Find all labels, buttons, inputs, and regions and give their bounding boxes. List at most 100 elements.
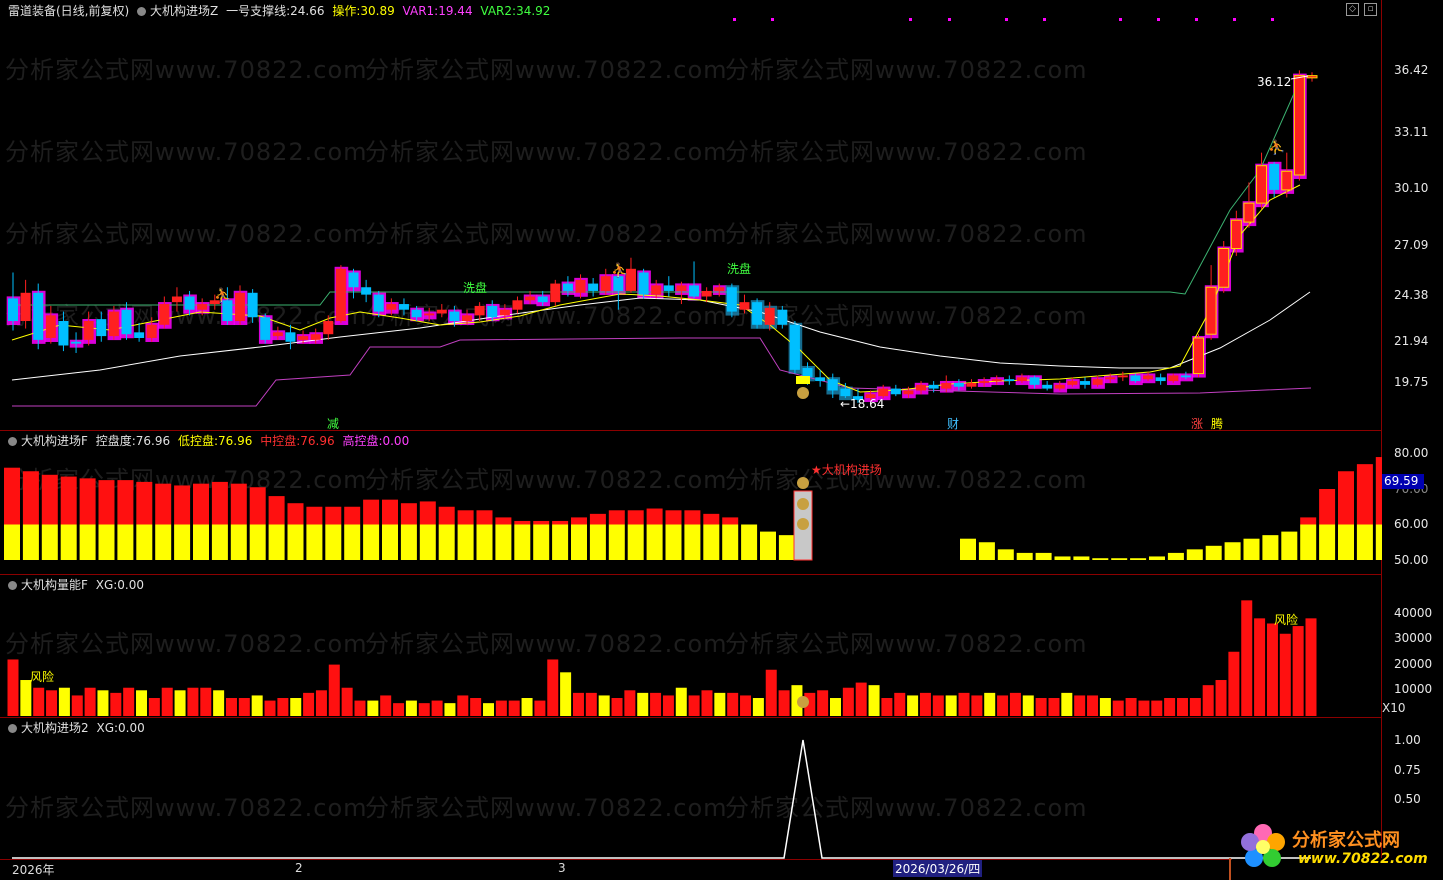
control-bar-low: [79, 524, 96, 560]
xg-signal-line: [12, 739, 1311, 859]
price-tick: 33.11: [1394, 125, 1429, 139]
candle-body: [575, 279, 586, 293]
volume-bar: [752, 698, 764, 716]
volume-bar: [1112, 700, 1124, 716]
control-bar-mid: [571, 517, 587, 525]
candle-body: [1004, 379, 1015, 382]
control-bar-mid: [438, 506, 455, 525]
control-bar-low: [268, 524, 285, 560]
control-bar-low: [363, 524, 380, 560]
volume-bar: [315, 690, 327, 716]
candle-body: [1117, 375, 1128, 378]
candle-body: [1230, 219, 1242, 250]
candle-body: [310, 334, 321, 340]
xg-signal-chart[interactable]: [0, 718, 1382, 859]
candle-body: [802, 367, 813, 378]
candle-body: [815, 377, 826, 382]
control-bar-low: [722, 524, 739, 560]
scale-label: X10: [1382, 701, 1406, 715]
control-bar-low: [174, 524, 191, 560]
volume-bar: [1048, 698, 1060, 716]
candle-body: [701, 290, 712, 297]
control-bar-mid: [79, 478, 96, 525]
volume-bar: [508, 700, 520, 716]
candle-body: [1092, 379, 1103, 385]
person-icon: ⛹: [611, 261, 628, 279]
volume-bar: [123, 687, 135, 716]
volume-bar: [213, 690, 225, 716]
control-bar-low: [1054, 556, 1071, 560]
control-bar-low: [1356, 524, 1373, 560]
volume-bar: [264, 700, 276, 716]
control-bar-low: [741, 524, 758, 560]
control-bar-mid: [722, 517, 739, 525]
control-bar-low: [1016, 552, 1033, 560]
main-price-chart[interactable]: 洗盘 洗盘 减 财 涨 腾 36.12 ←18.64 ⛹ ⛹ ⛹: [0, 0, 1382, 430]
candle-body: [739, 302, 750, 310]
control-bar-low: [978, 542, 995, 560]
candle-body: [890, 388, 901, 395]
candle-body: [1054, 384, 1065, 389]
risk-label: 风险: [1274, 612, 1298, 627]
control-bar-low: [419, 524, 436, 560]
control-bar-low: [438, 524, 455, 560]
p3-tick: 40000: [1394, 606, 1433, 620]
candle-body: [83, 321, 94, 340]
volume-bar: [148, 698, 160, 716]
candle-body: [71, 341, 82, 344]
control-bar-mid: [174, 485, 191, 525]
candle-body: [373, 294, 384, 312]
control-bar-mid: [155, 483, 172, 525]
control-bar-mid: [211, 481, 228, 525]
control-bar-low: [627, 524, 644, 560]
volume-bar: [1035, 698, 1047, 716]
control-bar-mid: [400, 503, 417, 525]
candle-body: [411, 309, 422, 318]
volume-bar: [1164, 698, 1176, 716]
control-bar-mid: [117, 480, 134, 525]
candle-body: [1218, 248, 1230, 288]
date-axis[interactable]: [0, 859, 1232, 880]
control-bar-low: [684, 524, 701, 560]
control-bar-low: [41, 524, 58, 560]
signal-block: [796, 376, 810, 384]
control-bar-mid: [457, 510, 474, 525]
volume-bar: [71, 695, 83, 716]
high-price-label: 36.12: [1257, 75, 1291, 89]
volume-bar: [174, 690, 186, 716]
candle-body: [1067, 381, 1078, 385]
control-bar-low: [608, 524, 625, 560]
volume-bar: [483, 703, 495, 716]
control-bar-low: [98, 524, 115, 560]
volume-bar: [868, 685, 880, 716]
volume-bar: [46, 690, 58, 716]
candle-body: [1168, 375, 1179, 382]
control-degree-chart[interactable]: ★大机构进场: [0, 431, 1382, 574]
candle-body: [752, 302, 763, 325]
volume-bar: [7, 659, 19, 716]
control-bar-low: [778, 535, 795, 560]
control-bar-mid: [287, 503, 304, 525]
volume-bar: [225, 698, 237, 716]
volume-bar: [251, 695, 263, 716]
control-bar-mid: [1300, 517, 1317, 525]
volume-bar: [650, 692, 662, 716]
candle-body: [58, 321, 69, 346]
volume-bar: [303, 692, 315, 716]
candle-body: [1269, 163, 1280, 190]
volume-bar: [1087, 695, 1099, 716]
control-bar-mid: [533, 520, 550, 525]
control-bar-mid: [419, 501, 436, 525]
money-bag-icon: [797, 498, 809, 510]
volume-bar: [727, 692, 739, 716]
volume-energy-chart[interactable]: 风险 风险: [0, 575, 1382, 717]
control-bar-low: [997, 549, 1014, 560]
control-bar-low: [1111, 558, 1128, 560]
candle-body: [941, 382, 952, 389]
candle-body: [424, 313, 435, 316]
signal-dots: [733, 18, 1274, 21]
volume-bar: [1125, 698, 1137, 716]
volume-bar: [997, 695, 1009, 716]
control-bar-low: [1281, 531, 1298, 560]
control-bar-low: [1224, 542, 1241, 560]
